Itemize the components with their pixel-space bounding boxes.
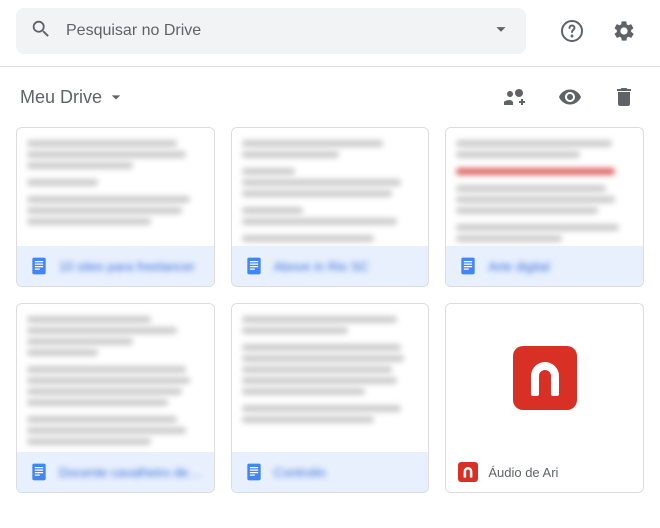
breadcrumb[interactable]: Meu Drive <box>12 83 134 112</box>
audio-icon <box>458 462 478 482</box>
share-button[interactable] <box>496 77 536 117</box>
file-footer: Docente cavalheiro dese... <box>17 452 214 492</box>
file-card[interactable]: Above in Rio SC <box>231 127 430 287</box>
docs-icon <box>244 462 264 482</box>
file-card[interactable]: Controlin <box>231 303 430 493</box>
preview-button[interactable] <box>550 77 590 117</box>
file-label: 10 sites para freelancer <box>59 259 195 274</box>
toolbar-actions <box>496 77 644 117</box>
file-label: Docente cavalheiro dese... <box>59 465 202 480</box>
file-footer: Áudio de Ari <box>446 452 643 492</box>
file-footer: Arte digital <box>446 246 643 286</box>
file-card[interactable]: 10 sites para freelancer <box>16 127 215 287</box>
file-label: Controlin <box>274 465 326 480</box>
file-label: Arte digital <box>488 259 549 274</box>
file-footer: Controlin <box>232 452 429 492</box>
help-button[interactable] <box>552 11 592 51</box>
file-preview <box>17 304 214 452</box>
breadcrumb-label: Meu Drive <box>20 87 102 108</box>
chevron-down-icon <box>106 87 126 107</box>
file-preview <box>446 304 643 452</box>
docs-icon <box>29 462 49 482</box>
file-card[interactable]: Arte digital <box>445 127 644 287</box>
file-label: Above in Rio SC <box>274 259 369 274</box>
toolbar: Meu Drive <box>0 67 660 127</box>
file-card[interactable]: Docente cavalheiro dese... <box>16 303 215 493</box>
file-preview <box>232 128 429 246</box>
settings-button[interactable] <box>604 11 644 51</box>
file-label: Áudio de Ari <box>488 465 558 480</box>
docs-icon <box>29 256 49 276</box>
header-actions <box>552 11 644 51</box>
file-footer: 10 sites para freelancer <box>17 246 214 286</box>
docs-icon <box>458 256 478 276</box>
docs-icon <box>244 256 264 276</box>
audio-icon <box>513 346 577 410</box>
delete-button[interactable] <box>604 77 644 117</box>
search-icon <box>30 18 52 45</box>
search-bar[interactable]: Pesquisar no Drive <box>16 8 526 54</box>
search-dropdown-icon[interactable] <box>490 18 512 45</box>
file-card[interactable]: Áudio de Ari <box>445 303 644 493</box>
file-preview <box>446 128 643 246</box>
file-footer: Above in Rio SC <box>232 246 429 286</box>
file-preview <box>17 128 214 246</box>
file-grid: 10 sites para freelancer Above in Rio SC… <box>0 127 660 493</box>
file-preview <box>232 304 429 452</box>
app-header: Pesquisar no Drive <box>0 0 660 62</box>
search-placeholder: Pesquisar no Drive <box>66 22 490 40</box>
